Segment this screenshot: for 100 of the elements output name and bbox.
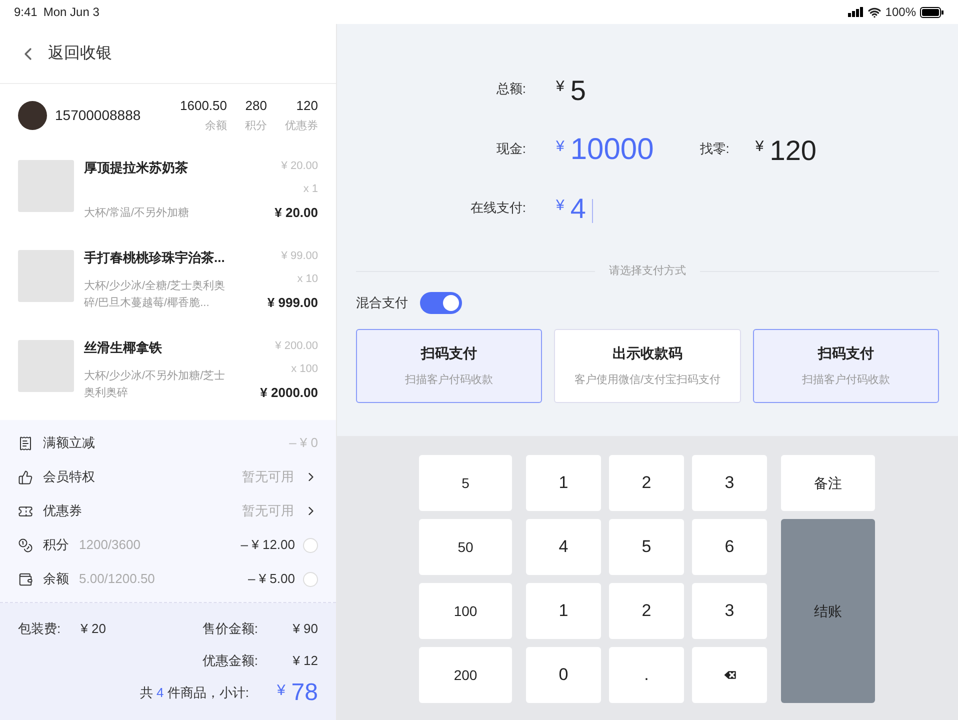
amount-label: 找零: (700, 140, 730, 158)
discount-label: 积分 (43, 536, 69, 554)
method-subtitle: 客户使用微信/支付宝扫码支付 (574, 372, 721, 388)
sale-label: 售价金额: (202, 620, 258, 638)
discount-label: 满额立减 (43, 434, 95, 452)
ticket-icon (18, 504, 33, 518)
method-title: 扫码支付 (818, 344, 874, 363)
keypad-key[interactable]: 5 (609, 519, 684, 575)
stat-value: 1600.50 (180, 96, 227, 114)
status-time: 9:41 (14, 4, 38, 21)
unit-price: ¥ 20.00 (281, 159, 318, 174)
keypad-key[interactable]: 2 (609, 583, 684, 639)
unit-price: ¥ 99.00 (281, 249, 318, 264)
amount-label: 总额: (495, 80, 527, 98)
discount-detail: 1200/3600 (79, 536, 140, 554)
radio-button[interactable] (303, 572, 318, 586)
avatar (18, 100, 47, 130)
photo-placeholder (18, 160, 74, 212)
keypad-key[interactable]: 1 (526, 455, 601, 511)
stat-label: 余额 (205, 118, 227, 134)
status-date: Mon Jun 3 (43, 4, 100, 21)
discount-value: – ¥ 5.00 (248, 570, 295, 588)
item-options: 大杯/常温/不另外加糖 (84, 205, 234, 222)
stat-label: 积分 (245, 119, 267, 134)
mixed-payment-toggle[interactable] (420, 292, 462, 314)
checkout-button[interactable]: 结账 (781, 519, 875, 703)
radio-button[interactable] (303, 538, 318, 552)
battery-percent: 100% (885, 4, 916, 21)
item-name: 手打春桃桃珍珠宇治茶... (84, 249, 226, 267)
coins-icon (18, 538, 33, 552)
amount-value: 10000 (570, 134, 654, 164)
subtotal-value: 78 (291, 680, 318, 704)
signal-icon (848, 7, 864, 17)
discount-label: 余额 (43, 570, 69, 588)
keypad-key[interactable]: . (609, 647, 684, 703)
item-options: 大杯/少少冰/不另外加糖/芝士奥利奥碎 (84, 368, 234, 402)
amount-value: 4 (570, 195, 586, 223)
keypad-key[interactable]: 4 (526, 519, 601, 575)
back-button[interactable]: 返回收银 (18, 42, 112, 66)
backspace-key[interactable] (692, 647, 767, 703)
keypad-key[interactable]: 6 (692, 519, 767, 575)
item-count-text: 共 4 件商品，小计: (140, 684, 249, 702)
mixed-payment-label: 混合支付 (356, 294, 408, 312)
keypad-key[interactable]: 3 (692, 455, 767, 511)
photo-placeholder (18, 250, 74, 302)
method-title: 扫码支付 (421, 344, 478, 363)
thumbs-up-icon (18, 470, 33, 484)
keypad-key[interactable]: 2 (609, 455, 684, 511)
quick-amount-key[interactable]: 200 (419, 647, 512, 703)
payment-method-card[interactable]: 扫码支付 扫描客户付码收款 (752, 328, 939, 402)
payment-method-card[interactable]: 扫码支付 扫描客户付码收款 (356, 328, 542, 402)
battery-icon (920, 6, 944, 18)
currency-symbol: ¥ (556, 137, 566, 157)
amount-value: 120 (770, 136, 816, 164)
member-phone: 15700008888 (55, 106, 141, 124)
discount-total-value: ¥ 12 (292, 652, 318, 670)
unit-price: ¥ 200.00 (275, 339, 318, 354)
method-title: 出示收款码 (612, 344, 682, 363)
stat-value: 120 (296, 96, 318, 114)
discount-label: 会员特权 (43, 468, 95, 486)
sale-value: ¥ 90 (292, 620, 318, 638)
amount-label: 在线支付: (469, 198, 527, 216)
payment-prompt: 请选择支付方式 (609, 264, 686, 279)
discount-label: 优惠券 (43, 502, 82, 520)
item-total: ¥ 2000.00 (260, 384, 318, 402)
discount-total-label: 优惠金额: (202, 652, 258, 670)
quick-amount-key[interactable]: 50 (419, 519, 512, 575)
amount-label: 现金: (495, 140, 527, 158)
discount-detail: 5.00/1200.50 (79, 570, 155, 588)
wifi-icon (868, 6, 882, 18)
stat-label: 优惠券 (285, 118, 318, 134)
stat-value: 280 (245, 96, 267, 114)
keypad-key[interactable]: 1 (526, 583, 601, 639)
currency-symbol: ¥ (556, 196, 566, 216)
method-subtitle: 扫描客户付码收款 (405, 372, 494, 388)
amount-value: 5 (570, 76, 586, 104)
packaging-value: ¥ 20 (80, 620, 106, 638)
quick-amount-key[interactable]: 5 (419, 455, 512, 511)
discount-value: – ¥ 0 (289, 434, 318, 452)
photo-placeholder (18, 340, 74, 392)
quick-amount-key[interactable]: 100 (419, 583, 512, 639)
wallet-icon (18, 572, 33, 586)
receipt-icon (18, 436, 33, 450)
method-subtitle: 扫描客户付码收款 (802, 372, 890, 388)
discount-value: – ¥ 12.00 (240, 536, 295, 554)
text-cursor (592, 199, 593, 223)
keypad-key[interactable]: 0 (526, 647, 601, 703)
item-quantity: x 1 (303, 182, 318, 196)
currency-symbol: ¥ (755, 137, 765, 157)
note-button[interactable]: 备注 (781, 455, 875, 511)
item-quantity: x 10 (297, 272, 318, 286)
packaging-label: 包装费: (18, 620, 61, 638)
item-total: ¥ 999.00 (267, 294, 318, 312)
item-name: 丝滑生椰拿铁 (84, 339, 163, 357)
subtotal-currency: ¥ (276, 681, 286, 701)
item-quantity: x 100 (291, 362, 318, 376)
currency-symbol: ¥ (556, 77, 566, 97)
payment-method-card[interactable]: 出示收款码 客户使用微信/支付宝扫码支付 (554, 328, 741, 402)
item-name: 厚顶提拉米苏奶茶 (84, 159, 189, 177)
keypad-key[interactable]: 3 (692, 583, 767, 639)
